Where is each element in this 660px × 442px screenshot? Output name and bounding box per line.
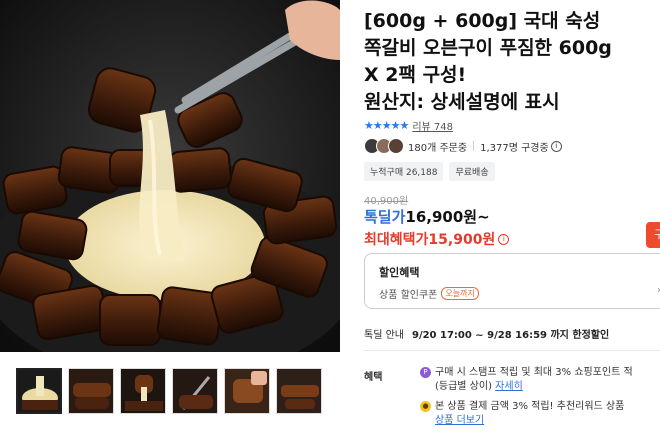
coupon-badge: 오늘까지 <box>441 287 479 300</box>
benefit2-text: 본 상품 결제 금액 3% 적립! 추천리워드 상품 <box>435 401 625 412</box>
thumbnail-2[interactable] <box>68 368 114 414</box>
product-title: [600g + 600g] 국대 숙성 쪽갈비 오븐구이 푸짐한 600g X … <box>364 8 660 116</box>
product-main-image <box>0 0 340 352</box>
divider <box>473 141 475 151</box>
deadline-value: 9/20 17:00 ~ 9/28 16:59 까지 한정할인 <box>411 330 610 341</box>
rating-stars: ★★★★★ <box>364 119 409 132</box>
max-benefit-price: 15,900원 <box>428 232 496 248</box>
review-link[interactable]: 리뷰 748 <box>412 118 453 133</box>
thumbnail-6[interactable] <box>276 368 322 414</box>
max-benefit-row: 최대혜택가 15,900원 i <box>364 229 510 249</box>
buyer-avatars <box>364 138 404 154</box>
orders-count: 180개 주문중 <box>408 142 468 154</box>
thumbnail-5[interactable] <box>224 368 270 414</box>
title-line-1: [600g + 600g] 국대 숙성 <box>364 10 601 32</box>
info-circle-icon[interactable]: i <box>498 233 510 245</box>
discount-box[interactable]: 할인혜택 상품 할인쿠폰 오늘까지 › <box>364 253 660 309</box>
avatar <box>388 138 404 154</box>
thumbnail-4[interactable] <box>172 368 218 414</box>
deal-price-row: 톡딜가 16,900원~ <box>364 206 490 227</box>
benefit1-sub: (등급별 상이) <box>435 381 492 392</box>
point-icon: P <box>420 366 431 378</box>
tag-free-shipping: 무료배송 <box>449 162 495 181</box>
coupon-label: 상품 할인쿠폰 <box>379 290 438 301</box>
title-line-3: X 2팩 구성! <box>364 64 467 86</box>
benefit-item-reward: ● 본 상품 결제 금액 3% 적립! 추천리워드 상품 상품 더보기 <box>420 400 660 428</box>
watching-count: 1,377명 구경중 <box>480 142 549 154</box>
original-price: 40,900원 <box>364 196 409 207</box>
details-link[interactable]: 자세히 <box>495 381 523 392</box>
rating-row: ★★★★★ 리뷰 748 <box>364 118 453 133</box>
benefit1-text: 구매 시 스탬프 적립 및 최대 3% 쇼핑포인트 적 <box>435 367 633 378</box>
thumbnail-1[interactable] <box>16 368 62 414</box>
buy-button[interactable]: 구 <box>646 222 660 248</box>
benefits-label: 혜택 <box>364 372 383 383</box>
info-circle-icon[interactable]: i <box>550 140 562 152</box>
product-tags: 누적구매 26,188 무료배송 <box>364 162 495 181</box>
thumbnail-strip <box>16 368 322 414</box>
title-line-4: 원산지: 상세설명에 표시 <box>364 91 560 113</box>
deal-label: 톡딜가 <box>364 208 406 226</box>
reward-icon: ● <box>420 400 431 412</box>
product-info-panel: [600g + 600g] 국대 숙성 쪽갈비 오븐구이 푸짐한 600g X … <box>364 0 660 442</box>
title-line-2: 쪽갈비 오븐구이 푸짐한 600g <box>364 37 612 59</box>
deal-price: 16,900원~ <box>405 208 490 226</box>
deadline-row: 톡딜 안내 9/20 17:00 ~ 9/28 16:59 까지 한정할인 <box>364 326 609 341</box>
discount-title: 할인혜택 <box>379 266 420 279</box>
tag-cumulative-purchase: 누적구매 26,188 <box>364 162 444 181</box>
deadline-label: 톡딜 안내 <box>364 330 404 341</box>
thumbnail-3[interactable] <box>120 368 166 414</box>
coupon-row: 상품 할인쿠폰 오늘까지 <box>379 286 479 301</box>
more-products-link[interactable]: 상품 더보기 <box>435 415 484 426</box>
buyers-row: 180개 주문중 1,377명 구경중 i <box>364 138 562 154</box>
section-divider <box>364 350 660 351</box>
max-benefit-label: 최대혜택가 <box>364 232 429 248</box>
benefit-item-stamp: P 구매 시 스탬프 적립 및 최대 3% 쇼핑포인트 적 (등급별 상이) 자세… <box>420 366 660 394</box>
